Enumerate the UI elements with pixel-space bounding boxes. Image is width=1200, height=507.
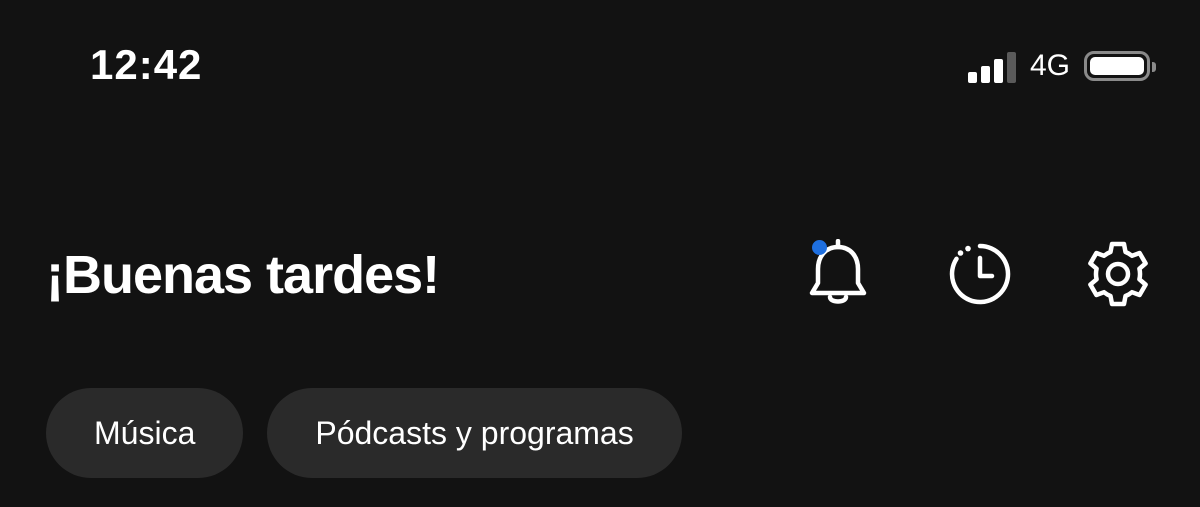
status-time: 12:42	[90, 41, 203, 88]
chip-music[interactable]: Música	[46, 388, 244, 478]
header-actions	[800, 236, 1160, 312]
network-type: 4G	[1029, 49, 1070, 82]
battery-icon	[1084, 51, 1156, 81]
battery-level-fill	[1090, 57, 1144, 75]
gear-icon	[1088, 241, 1148, 307]
cellular-signal-icon	[967, 49, 1016, 83]
home-screen: 12:42 4G ¡Buenas tardes! Música Pódcasts…	[0, 0, 1200, 507]
status-indicators: 4G	[967, 46, 1156, 86]
settings-button[interactable]	[1080, 236, 1156, 312]
filter-chips: Música Pódcasts y programas	[46, 388, 682, 478]
notification-badge	[812, 240, 827, 255]
recent-history-icon	[949, 243, 1011, 305]
notifications-button[interactable]	[800, 236, 876, 312]
page-title: ¡Buenas tardes!	[46, 245, 440, 305]
recently-played-button[interactable]	[942, 236, 1018, 312]
chip-podcasts[interactable]: Pódcasts y programas	[267, 388, 682, 478]
